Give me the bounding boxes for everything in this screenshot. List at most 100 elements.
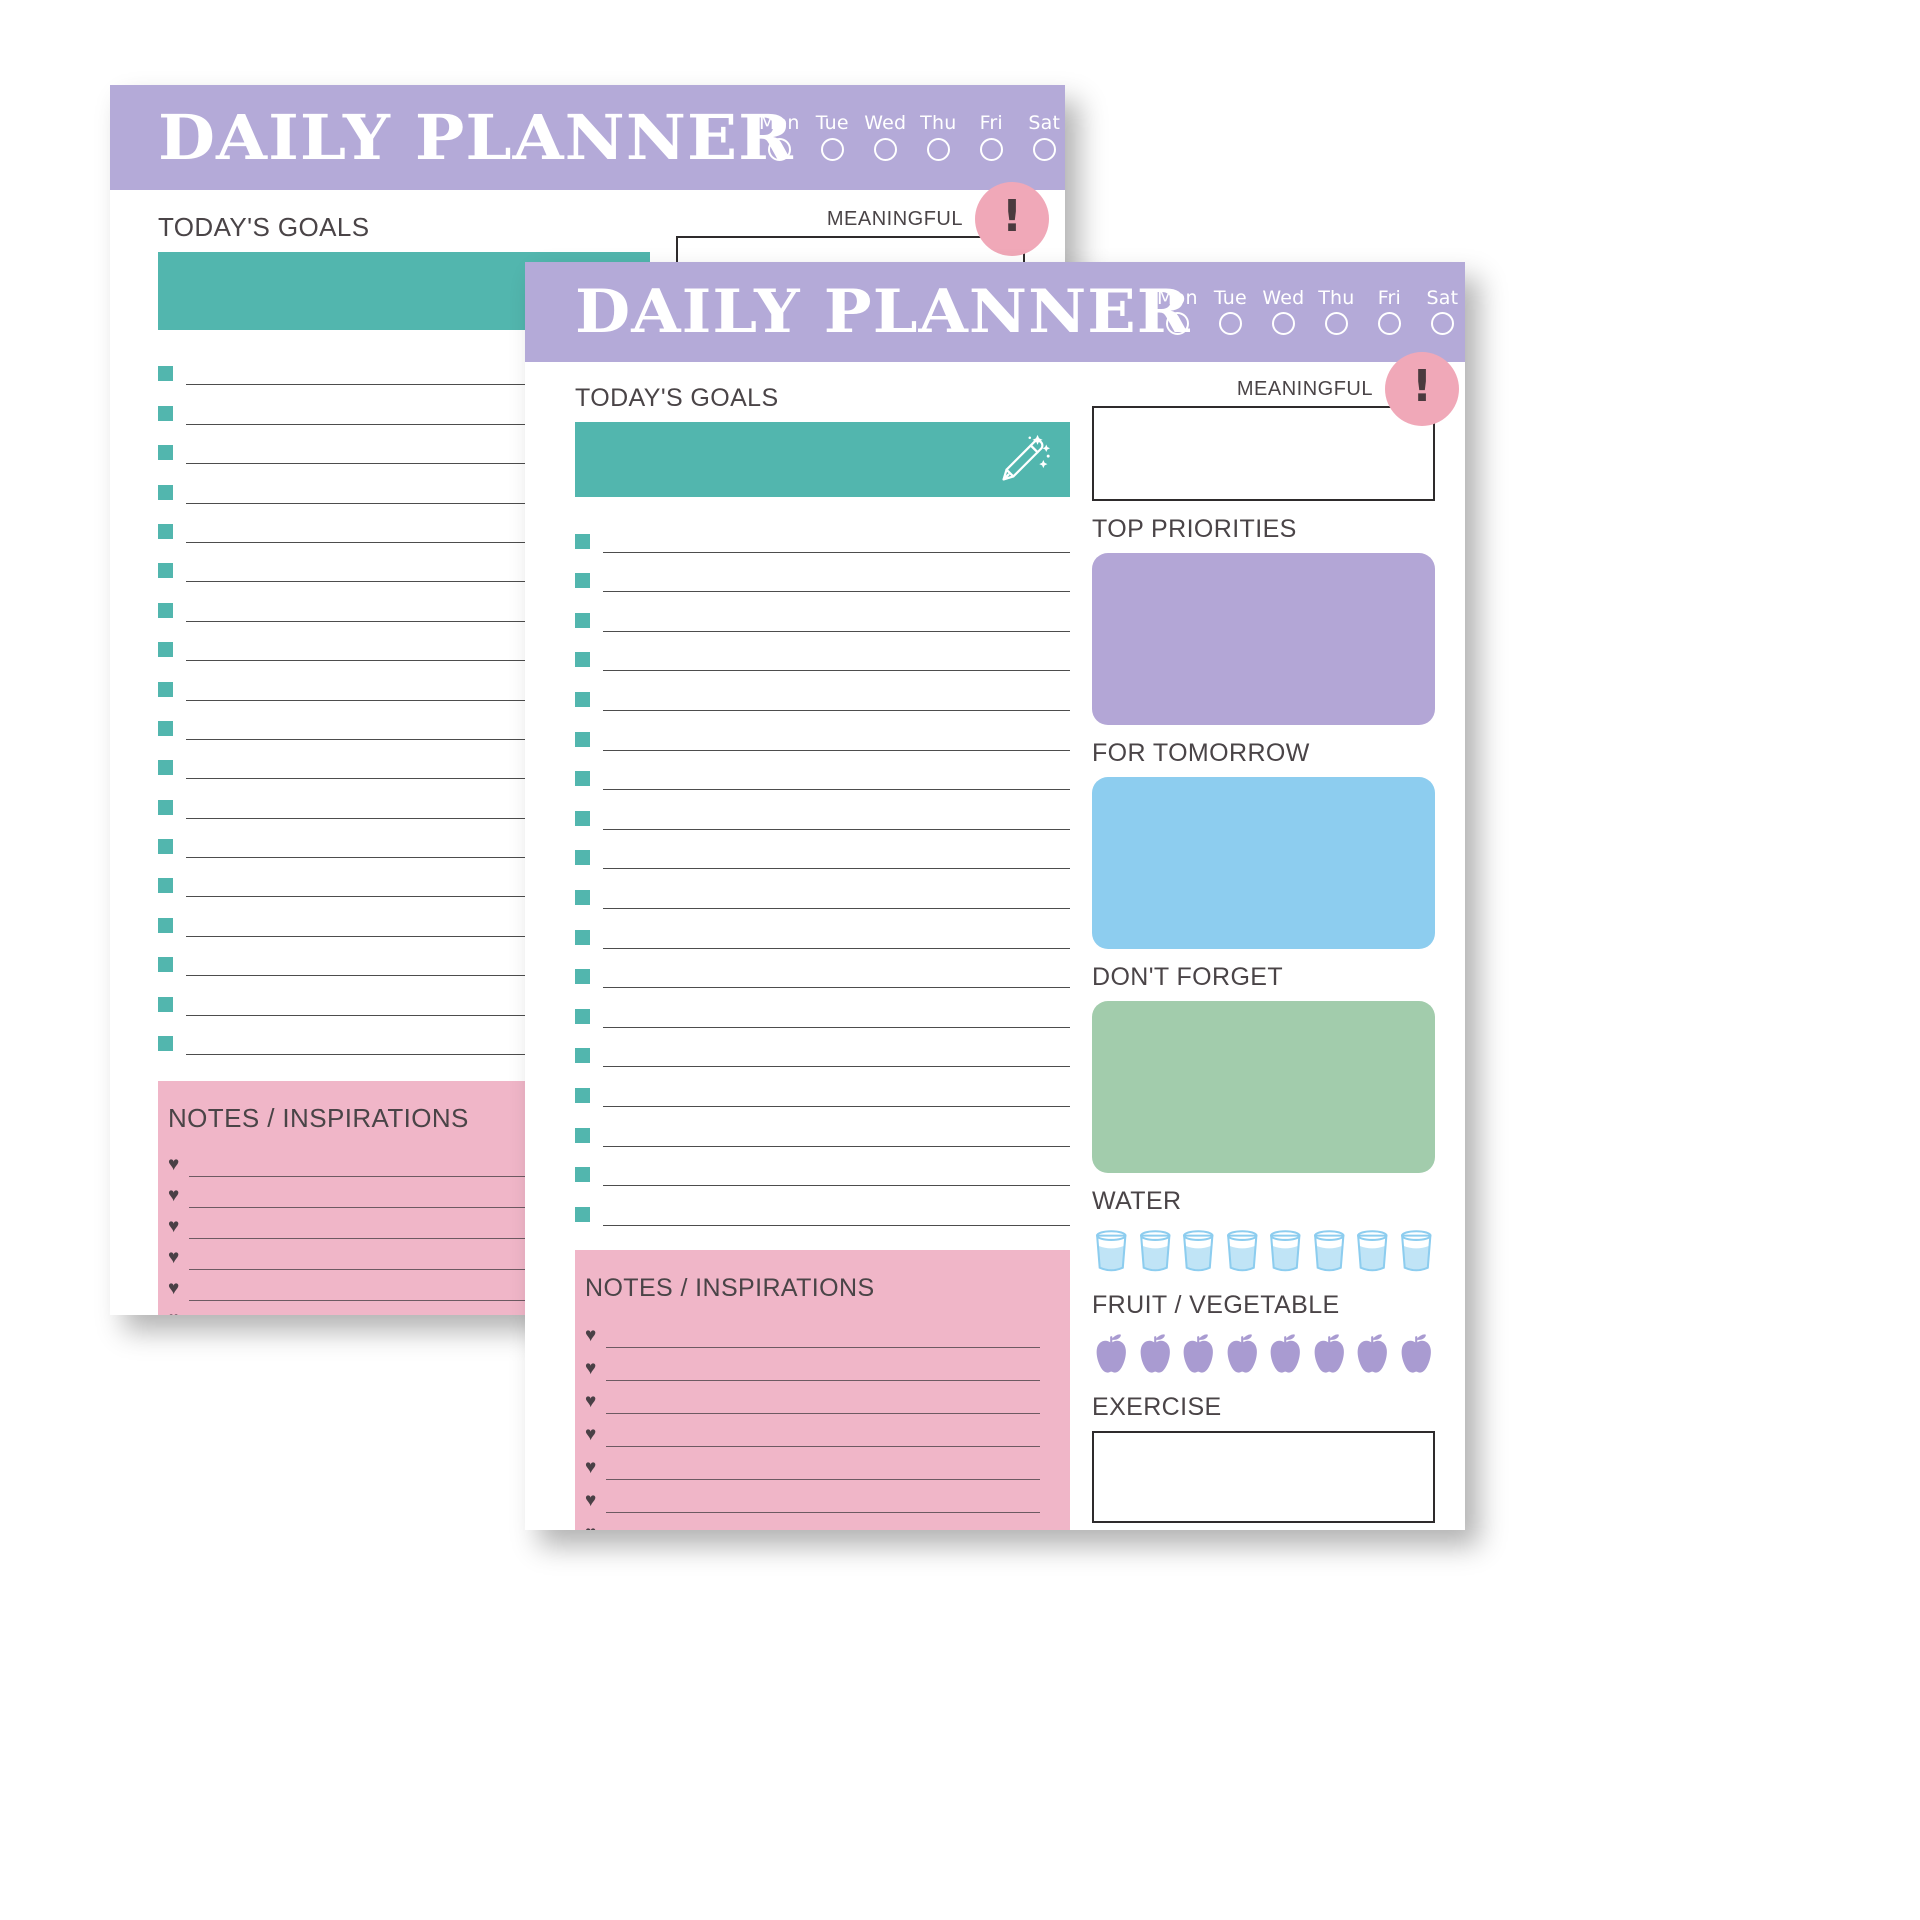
goal-checkbox-icon[interactable] [158, 681, 173, 697]
goal-checkbox-icon[interactable] [575, 1127, 590, 1143]
note-row[interactable]: ♥ [585, 1447, 1040, 1480]
goal-checkbox-icon[interactable] [158, 445, 173, 461]
goal-checkbox-icon[interactable] [575, 929, 590, 945]
goal-write-line[interactable] [603, 1224, 1070, 1226]
goal-checkbox-icon[interactable] [158, 878, 173, 894]
weekday-thu[interactable]: Thu [1315, 288, 1358, 336]
goal-checkbox-icon[interactable] [158, 720, 173, 736]
weekday-radio-icon[interactable] [873, 137, 897, 161]
goal-checkbox-icon[interactable] [158, 642, 173, 658]
goal-checkbox-icon[interactable] [575, 1167, 590, 1183]
goal-write-line[interactable] [603, 947, 1070, 949]
goal-write-line[interactable] [603, 1026, 1070, 1028]
goal-write-line[interactable] [603, 868, 1070, 870]
water-glass-icon[interactable] [1266, 1225, 1305, 1277]
goal-checkbox-icon[interactable] [158, 405, 173, 421]
goal-row[interactable] [575, 830, 1070, 870]
apple-icon[interactable] [1092, 1329, 1131, 1379]
goal-checkbox-icon[interactable] [158, 484, 173, 500]
goal-write-line[interactable] [603, 749, 1070, 751]
apple-icon[interactable] [1136, 1329, 1175, 1379]
goal-write-line[interactable] [603, 789, 1070, 791]
goal-checkbox-icon[interactable] [575, 652, 590, 668]
goal-checkbox-icon[interactable] [575, 1206, 590, 1222]
goal-checkbox-icon[interactable] [158, 957, 173, 973]
goal-checkbox-icon[interactable] [575, 691, 590, 707]
weekday-thu[interactable]: Thu [917, 113, 960, 161]
exercise-input[interactable] [1092, 1431, 1435, 1523]
goal-row[interactable] [575, 553, 1070, 593]
goal-row[interactable] [575, 790, 1070, 830]
note-write-line[interactable] [606, 1478, 1040, 1480]
goal-write-line[interactable] [603, 1066, 1070, 1068]
water-glass-icon[interactable] [1353, 1225, 1392, 1277]
goal-checkbox-icon[interactable] [575, 612, 590, 628]
apple-icon[interactable] [1223, 1329, 1262, 1379]
note-row[interactable]: ♥ [585, 1315, 1040, 1348]
goal-row[interactable] [575, 1186, 1070, 1226]
goal-checkbox-icon[interactable] [575, 810, 590, 826]
water-glass-icon[interactable] [1136, 1225, 1175, 1277]
apple-icon[interactable] [1353, 1329, 1392, 1379]
apple-icon[interactable] [1397, 1329, 1436, 1379]
goal-checkbox-icon[interactable] [575, 1048, 590, 1064]
goal-checkbox-icon[interactable] [158, 799, 173, 815]
note-write-line[interactable] [606, 1346, 1040, 1348]
goal-checkbox-icon[interactable] [575, 1008, 590, 1024]
weekday-wed[interactable]: Wed [864, 113, 907, 161]
goal-checkbox-icon[interactable] [575, 533, 590, 549]
goal-write-line[interactable] [603, 1105, 1070, 1107]
goal-checkbox-icon[interactable] [158, 563, 173, 579]
goal-row[interactable] [575, 988, 1070, 1028]
goal-write-line[interactable] [603, 907, 1070, 909]
note-row[interactable]: ♥ [585, 1414, 1040, 1447]
note-row[interactable]: ♥ [585, 1480, 1040, 1513]
water-glass-icon[interactable] [1092, 1225, 1131, 1277]
goal-checkbox-icon[interactable] [575, 850, 590, 866]
goal-row[interactable] [575, 513, 1070, 553]
goal-row[interactable] [575, 671, 1070, 711]
goal-row[interactable] [575, 751, 1070, 791]
note-write-line[interactable] [606, 1511, 1040, 1513]
weekday-radio-icon[interactable] [926, 137, 950, 161]
weekday-fri[interactable]: Fri [1368, 288, 1411, 336]
goal-row[interactable] [575, 1147, 1070, 1187]
apple-icon[interactable] [1266, 1329, 1305, 1379]
goal-write-line[interactable] [603, 630, 1070, 632]
note-row[interactable]: ♥ [585, 1381, 1040, 1414]
note-row[interactable]: ♥ [585, 1513, 1040, 1530]
weekday-tue[interactable]: Tue [811, 113, 854, 161]
goal-write-line[interactable] [603, 709, 1070, 711]
water-glass-icon[interactable] [1397, 1225, 1436, 1277]
top-priorities-input[interactable] [1092, 553, 1435, 725]
goal-checkbox-icon[interactable] [575, 771, 590, 787]
weekday-sat[interactable]: Sat [1023, 113, 1065, 161]
goal-write-line[interactable] [603, 670, 1070, 672]
goal-row[interactable] [575, 632, 1070, 672]
for-tomorrow-input[interactable] [1092, 777, 1435, 949]
goal-row[interactable] [575, 909, 1070, 949]
goal-checkbox-icon[interactable] [575, 1087, 590, 1103]
weekday-radio-icon[interactable] [1377, 312, 1401, 336]
weekday-sat[interactable]: Sat [1421, 288, 1464, 336]
weekday-radio-icon[interactable] [1430, 312, 1454, 336]
goal-checkbox-icon[interactable] [158, 523, 173, 539]
weekday-radio-icon[interactable] [1032, 137, 1056, 161]
meaningful-input[interactable] [1092, 406, 1435, 501]
goal-row[interactable] [575, 1107, 1070, 1147]
note-write-line[interactable] [606, 1379, 1040, 1381]
note-write-line[interactable] [606, 1445, 1040, 1447]
goal-checkbox-icon[interactable] [158, 602, 173, 618]
goal-checkbox-icon[interactable] [158, 996, 173, 1012]
weekday-tue[interactable]: Tue [1209, 288, 1252, 336]
apple-icon[interactable] [1179, 1329, 1218, 1379]
dont-forget-input[interactable] [1092, 1001, 1435, 1173]
weekday-radio-icon[interactable] [1218, 312, 1242, 336]
goal-write-line[interactable] [603, 828, 1070, 830]
goal-write-line[interactable] [603, 551, 1070, 553]
goal-checkbox-icon[interactable] [575, 969, 590, 985]
goal-checkbox-icon[interactable] [158, 366, 173, 382]
note-row[interactable]: ♥ [585, 1348, 1040, 1381]
weekday-radio-icon[interactable] [820, 137, 844, 161]
goal-write-line[interactable] [603, 1145, 1070, 1147]
